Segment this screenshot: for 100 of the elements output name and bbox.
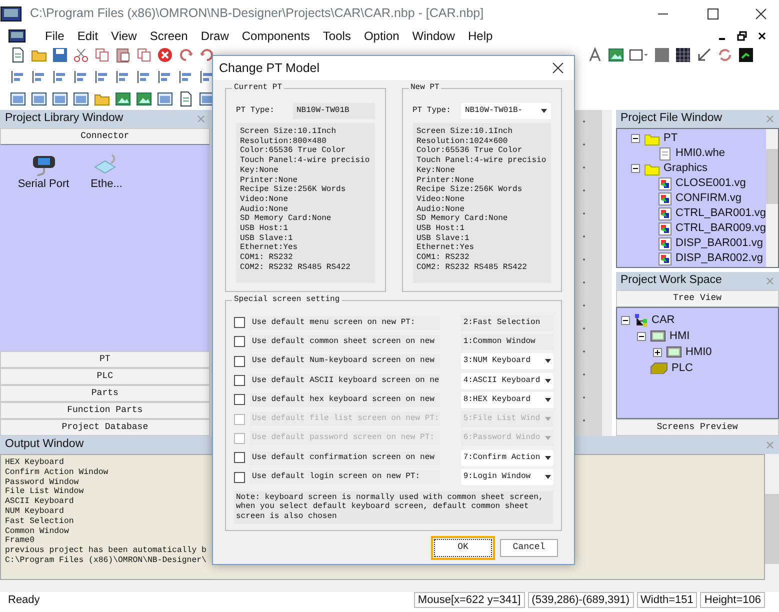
dropdown[interactable]: 9:Login Window — [461, 469, 553, 486]
checkbox[interactable] — [234, 472, 245, 483]
tree-item[interactable]: HMI0.whe — [676, 145, 726, 162]
tab[interactable]: Tree View — [616, 290, 779, 307]
align-icon[interactable] — [178, 69, 194, 85]
close-icon[interactable] — [757, 30, 767, 40]
align-icon[interactable] — [199, 69, 215, 85]
scissors-icon[interactable] — [73, 47, 89, 63]
align-icon[interactable] — [73, 69, 89, 85]
field-label: PT Type: — [236, 105, 276, 117]
checkbox[interactable] — [234, 452, 245, 464]
category-header[interactable]: Parts — [0, 385, 210, 402]
library-item[interactable]: Serial Port — [16, 153, 71, 191]
new-file-icon[interactable] — [10, 47, 26, 63]
close-icon[interactable] — [552, 62, 564, 74]
tree-item[interactable]: HMI — [670, 328, 690, 344]
dropdown[interactable]: 3:NUM Keyboard — [461, 353, 553, 370]
picture-icon[interactable] — [115, 91, 131, 107]
align-icon[interactable] — [52, 69, 68, 85]
monitor-icon[interactable] — [738, 47, 754, 63]
undo-icon[interactable] — [199, 47, 215, 63]
screen-icon[interactable] — [157, 91, 173, 107]
align-icon[interactable] — [94, 69, 110, 85]
scrollbar[interactable] — [766, 129, 778, 267]
dropdown[interactable]: NB10W-TW01B- — [461, 103, 551, 119]
grid-icon[interactable] — [675, 47, 691, 63]
dialog-button[interactable]: OK — [434, 538, 492, 557]
screen-icon[interactable] — [73, 91, 89, 107]
collapse-icon[interactable] — [636, 332, 646, 340]
category-header[interactable]: PT — [0, 351, 210, 368]
align-icon[interactable] — [31, 69, 47, 85]
tree-item[interactable]: PLC — [672, 360, 693, 376]
screen-icon[interactable] — [31, 91, 47, 107]
tree-item[interactable]: CONFIRM.vg — [676, 190, 742, 207]
tree-item[interactable]: CTRL_BAR009.vg — [676, 220, 766, 237]
copy-icon[interactable] — [94, 47, 110, 63]
tree-item[interactable]: CLOSE001.vg — [676, 175, 746, 192]
tree-item[interactable]: HMI0 — [686, 344, 712, 360]
new-file-icon[interactable] — [178, 91, 194, 107]
save-icon[interactable] — [52, 47, 68, 63]
tab[interactable]: Screens Preview — [616, 419, 779, 436]
menu-item[interactable]: Screen — [150, 26, 188, 44]
scrollbar[interactable] — [602, 110, 612, 436]
tree-item[interactable]: CTRL_BAR001.vg — [676, 205, 766, 222]
category-header[interactable]: PLC — [0, 368, 210, 385]
tree-item[interactable]: Graphics — [664, 160, 708, 177]
scrollbar[interactable] — [0, 580, 779, 592]
tree-item[interactable]: DISP_BAR002.vg — [676, 250, 763, 267]
close-icon[interactable] — [755, 8, 767, 20]
checkbox[interactable] — [234, 356, 245, 367]
align-icon[interactable] — [157, 69, 173, 85]
maximize-icon[interactable] — [707, 8, 719, 20]
screen-icon[interactable] — [10, 91, 26, 107]
diagonal-arrow-icon[interactable] — [696, 47, 712, 63]
picture-icon[interactable] — [136, 91, 152, 107]
rectangle-icon[interactable] — [629, 47, 649, 63]
menu-item[interactable]: Draw — [200, 26, 229, 44]
dropdown[interactable]: 4:ASCII Keyboard — [461, 372, 553, 389]
menu-item[interactable]: Tools — [322, 26, 351, 44]
screen-icon[interactable] — [52, 91, 68, 107]
tree-item[interactable]: CAR — [652, 312, 675, 328]
category-header[interactable]: Function Parts — [0, 402, 210, 419]
menu-item[interactable]: Option — [364, 26, 400, 44]
restore-icon[interactable] — [737, 30, 747, 40]
dropdown[interactable]: 8:HEX Keyboard — [461, 392, 553, 408]
menu-item[interactable]: File — [45, 26, 64, 44]
menu-item[interactable]: View — [111, 26, 137, 44]
redo-icon[interactable] — [178, 47, 194, 63]
filled-square-icon[interactable] — [654, 47, 670, 63]
menu-item[interactable]: Components — [242, 26, 310, 44]
align-icon[interactable] — [10, 69, 26, 85]
collapse-icon[interactable] — [630, 134, 640, 143]
align-icon[interactable] — [136, 69, 152, 85]
checkbox[interactable] — [234, 375, 245, 386]
menu-item[interactable]: Help — [468, 26, 493, 44]
category-header[interactable]: Project Database — [0, 419, 210, 436]
menu-item[interactable]: Edit — [77, 26, 98, 44]
align-icon[interactable] — [115, 69, 131, 85]
readonly-field: 2:Fast Selection — [461, 314, 553, 331]
copy-icon[interactable] — [136, 47, 152, 63]
checkbox[interactable] — [234, 317, 245, 328]
dialog-button[interactable]: Cancel — [500, 538, 558, 557]
checkbox-label: Use default common sheet screen on new — [250, 334, 440, 349]
category-header[interactable]: Connector — [0, 128, 210, 145]
checkbox[interactable] — [234, 394, 245, 406]
refresh-icon[interactable] — [717, 47, 733, 63]
expand-icon[interactable] — [652, 348, 662, 356]
delete-icon[interactable] — [157, 47, 173, 63]
collapse-icon[interactable] — [620, 316, 630, 324]
library-item[interactable]: Ethe... — [79, 153, 134, 191]
menu-item[interactable]: Window — [412, 26, 455, 44]
collapse-icon[interactable] — [630, 164, 640, 173]
text-icon[interactable] — [587, 47, 603, 63]
scrollbar[interactable] — [765, 454, 779, 580]
checkbox[interactable] — [234, 336, 245, 348]
dropdown[interactable]: 7:Confirm Action — [461, 450, 553, 466]
tree-item[interactable]: DISP_BAR001.vg — [676, 235, 763, 252]
picture-icon[interactable] — [608, 47, 624, 63]
tree-item[interactable]: PT — [664, 130, 678, 147]
clipboard-icon[interactable] — [115, 47, 131, 63]
